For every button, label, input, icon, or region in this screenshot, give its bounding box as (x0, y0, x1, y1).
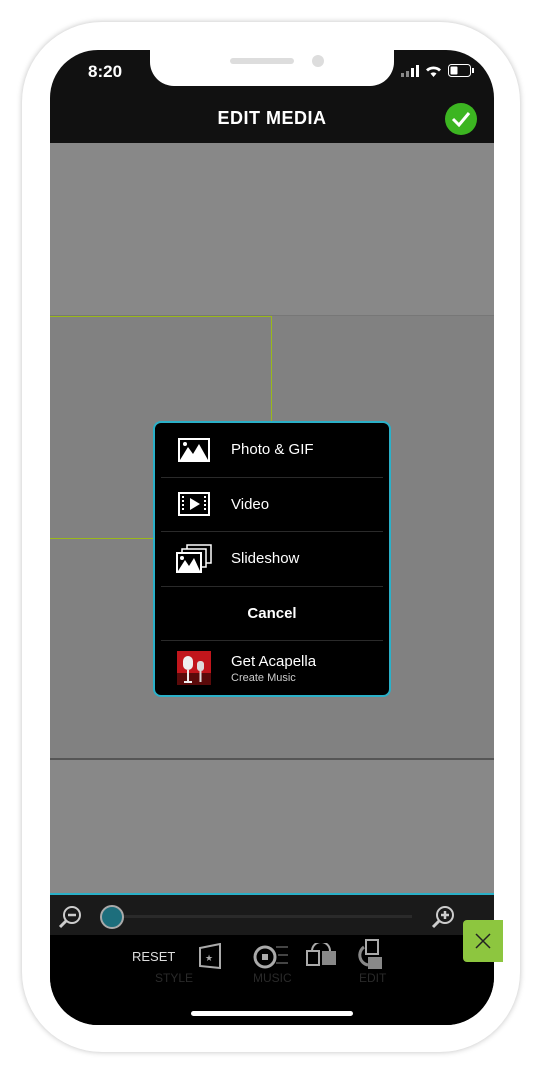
edit-label: EDIT (359, 971, 387, 985)
status-time: 8:20 (88, 62, 123, 81)
notch (150, 50, 394, 86)
menu-item-slideshow[interactable]: Slideshow (161, 532, 383, 587)
zoom-in-icon[interactable] (431, 905, 455, 929)
menu-item-video[interactable]: Video (161, 478, 383, 532)
promo-subtitle: Create Music (231, 671, 296, 684)
slideshow-icon (176, 544, 212, 573)
battery-icon (448, 64, 474, 77)
zoom-out-icon[interactable] (58, 905, 82, 929)
confirm-button[interactable] (445, 103, 477, 135)
wifi-icon (426, 66, 441, 77)
style-icon[interactable]: ★ (198, 943, 222, 969)
svg-text:★: ★ (205, 953, 213, 963)
acapella-app-icon (177, 651, 211, 686)
video-icon (178, 492, 210, 517)
page-title: EDIT MEDIA (217, 108, 327, 128)
status-icons (401, 64, 474, 77)
promo-title: Get Acapella (231, 652, 317, 670)
screen: 8:20 EDIT MEDIA Photo & GIF Video Slides… (50, 50, 494, 1025)
zoom-slider-track[interactable] (112, 915, 412, 918)
close-icon (475, 933, 491, 949)
menu-item-label: Photo & GIF (231, 441, 314, 459)
edit-icon[interactable] (356, 939, 384, 971)
transition-icon[interactable] (306, 943, 338, 967)
signal-icon (401, 64, 419, 77)
menu-item-photo-gif[interactable]: Photo & GIF (161, 423, 383, 478)
menu-item-label: Video (231, 495, 270, 513)
zoom-slider-knob[interactable] (100, 905, 124, 929)
zoom-bar (50, 895, 494, 935)
reset-button[interactable]: RESET (132, 949, 175, 964)
photo-icon (178, 437, 210, 462)
get-acapella-promo[interactable]: Get Acapella Create Music (161, 641, 383, 696)
home-indicator (191, 1011, 353, 1016)
music-label: MUSIC (253, 971, 292, 985)
menu-item-label: Slideshow (231, 550, 300, 568)
add-media-menu: Photo & GIF Video Slideshow Cancel Get A… (153, 421, 391, 697)
check-icon (451, 112, 471, 127)
guide-line (50, 316, 272, 317)
cancel-button[interactable]: Cancel (161, 587, 383, 641)
guide-line (271, 316, 272, 421)
guide-line (50, 538, 153, 539)
music-icon[interactable] (252, 941, 290, 971)
close-button[interactable] (463, 920, 503, 962)
style-label: STYLE (155, 971, 194, 985)
